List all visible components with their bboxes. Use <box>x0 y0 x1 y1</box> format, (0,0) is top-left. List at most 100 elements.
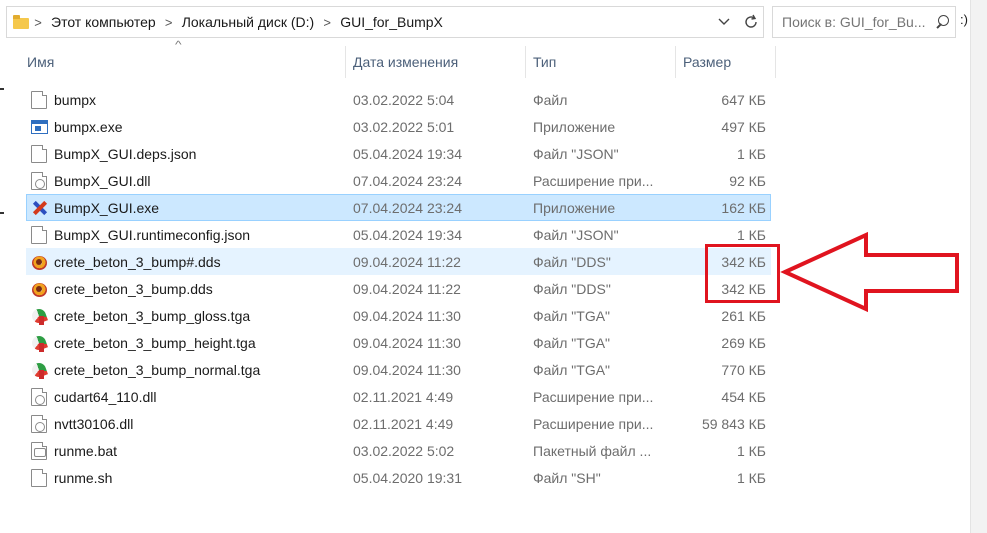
file-row[interactable]: BumpX_GUI.runtimeconfig.json 05.04.2024 1… <box>26 221 771 248</box>
file-size: 1 КБ <box>736 469 766 486</box>
file-name: runme.sh <box>54 469 113 486</box>
column-header-type[interactable]: Тип <box>526 46 676 78</box>
refresh-icon[interactable] <box>737 7 763 37</box>
file-name: crete_beton_3_bump_height.tga <box>54 334 256 351</box>
file-size: 497 КБ <box>721 118 766 135</box>
file-icon <box>31 226 47 244</box>
file-icon <box>31 469 47 487</box>
annotation-arrow-icon <box>780 231 959 313</box>
breadcrumb-separator-icon[interactable]: > <box>29 15 47 30</box>
file-row[interactable]: crete_beton_3_bump.dds 09.04.2024 11:22 Фа… <box>26 275 771 302</box>
file-row[interactable]: crete_beton_3_bump_gloss.tga 09.04.2024 1… <box>26 302 771 329</box>
file-type: Расширение при... <box>533 415 654 432</box>
column-header-type-label: Тип <box>533 54 557 70</box>
file-row[interactable]: crete_beton_3_bump_normal.tga 09.04.2024 … <box>26 356 771 383</box>
column-header-date[interactable]: Дата изменения <box>346 46 526 78</box>
file-name: bumpx.exe <box>54 118 123 135</box>
address-bar[interactable]: > Этот компьютер > Локальный диск (D:) >… <box>6 6 764 38</box>
file-row[interactable]: crete_beton_3_bump#.dds 09.04.2024 11:22 Ф… <box>26 248 771 275</box>
file-size: 59 843 КБ <box>701 415 766 432</box>
file-type: Файл "JSON" <box>533 145 619 162</box>
search-box[interactable] <box>772 6 956 38</box>
annotation-highlight-box <box>705 244 780 303</box>
file-row[interactable]: cudart64_110.dll 02.11.2021 4:49 Расширени… <box>26 383 771 410</box>
file-type: Файл "SH" <box>533 469 601 486</box>
file-type: Файл <box>533 91 568 108</box>
dll-icon <box>31 172 47 190</box>
column-header-date-label: Дата изменения <box>353 54 459 70</box>
dll-icon <box>31 388 47 406</box>
file-name: crete_beton_3_bump#.dds <box>54 253 221 270</box>
file-type: Файл "TGA" <box>533 307 611 324</box>
file-icon <box>31 91 47 109</box>
file-size: 261 КБ <box>721 307 766 324</box>
file-date: 05.04.2020 19:31 <box>353 469 462 486</box>
breadcrumb-separator-icon[interactable]: > <box>160 15 178 30</box>
tga-icon <box>31 361 47 379</box>
breadcrumb-current-folder[interactable]: GUI_for_BumpX <box>336 14 447 30</box>
folder-icon <box>13 15 29 29</box>
column-header-name[interactable]: Имя <box>20 46 346 78</box>
column-header-size-label: Размер <box>683 54 732 70</box>
chevron-down-icon[interactable] <box>711 7 737 37</box>
tga-icon <box>31 307 47 325</box>
file-name: nvtt30106.dll <box>54 415 134 432</box>
file-date: 09.04.2024 11:22 <box>353 280 461 297</box>
file-date: 03.02.2022 5:02 <box>353 442 455 459</box>
breadcrumb-separator-icon[interactable]: > <box>318 15 336 30</box>
file-name: BumpX_GUI.deps.json <box>54 145 197 162</box>
file-row[interactable]: crete_beton_3_bump_height.tga 09.04.2024 … <box>26 329 771 356</box>
file-name: crete_beton_3_bump_normal.tga <box>54 361 261 378</box>
file-row[interactable]: BumpX_GUI.dll 07.04.2024 23:24 Расширение … <box>26 167 771 194</box>
exe-icon <box>31 120 48 134</box>
dds-icon <box>31 280 47 298</box>
file-type: Файл "JSON" <box>533 226 619 243</box>
file-date: 09.04.2024 11:30 <box>353 307 461 324</box>
file-name: cudart64_110.dll <box>54 388 157 405</box>
file-name: bumpx <box>54 91 97 108</box>
file-type: Файл "DDS" <box>533 253 611 270</box>
file-size: 770 КБ <box>721 361 766 378</box>
file-type: Расширение при... <box>533 388 654 405</box>
dll-icon <box>31 415 47 433</box>
side-panel-text: :) <box>960 12 968 27</box>
file-size: 162 КБ <box>721 199 766 216</box>
file-name: BumpX_GUI.exe <box>54 199 160 216</box>
file-size: 1 КБ <box>736 226 766 243</box>
file-row[interactable]: BumpX_GUI.exe 07.04.2024 23:24 Приложение 1… <box>26 194 771 221</box>
file-date: 09.04.2024 11:30 <box>353 361 461 378</box>
breadcrumb-this-pc[interactable]: Этот компьютер <box>47 14 160 30</box>
breadcrumb-local-disk[interactable]: Локальный диск (D:) <box>178 14 319 30</box>
file-type: Файл "DDS" <box>533 280 611 297</box>
file-row[interactable]: runme.sh 05.04.2020 19:31 Файл "SH" 1 КБ <box>26 464 771 491</box>
file-name: BumpX_GUI.runtimeconfig.json <box>54 226 251 243</box>
file-name: BumpX_GUI.dll <box>54 172 151 189</box>
dds-icon <box>31 253 47 271</box>
file-date: 03.02.2022 5:01 <box>353 118 455 135</box>
file-type: Файл "TGA" <box>533 361 611 378</box>
file-date: 07.04.2024 23:24 <box>353 199 462 216</box>
column-header-size[interactable]: Размер <box>676 46 776 78</box>
file-type: Приложение <box>533 118 616 135</box>
file-size: 1 КБ <box>736 145 766 162</box>
file-size: 454 КБ <box>721 388 766 405</box>
file-date: 02.11.2021 4:49 <box>353 388 454 405</box>
search-input[interactable] <box>782 14 932 30</box>
file-date: 02.11.2021 4:49 <box>353 415 454 432</box>
file-type: Расширение при... <box>533 172 654 189</box>
column-header-name-label: Имя <box>27 54 55 70</box>
column-divider[interactable] <box>775 46 776 78</box>
file-row[interactable]: bumpx.exe 03.02.2022 5:01 Приложение 497 КБ <box>26 113 771 140</box>
file-row[interactable]: BumpX_GUI.deps.json 05.04.2024 19:34 Файл … <box>26 140 771 167</box>
file-name: crete_beton_3_bump_gloss.tga <box>54 307 251 324</box>
file-icon <box>31 145 47 163</box>
bat-icon <box>31 442 47 460</box>
file-row[interactable]: bumpx 03.02.2022 5:04 Файл 647 КБ <box>26 86 771 113</box>
file-size: 269 КБ <box>721 334 766 351</box>
file-row[interactable]: runme.bat 03.02.2022 5:02 Пакетный файл ..… <box>26 437 771 464</box>
file-date: 05.04.2024 19:34 <box>353 226 462 243</box>
file-row[interactable]: nvtt30106.dll 02.11.2021 4:49 Расширение п… <box>26 410 771 437</box>
file-date: 07.04.2024 23:24 <box>353 172 462 189</box>
search-icon[interactable] <box>934 14 950 30</box>
file-size: 1 КБ <box>736 442 766 459</box>
